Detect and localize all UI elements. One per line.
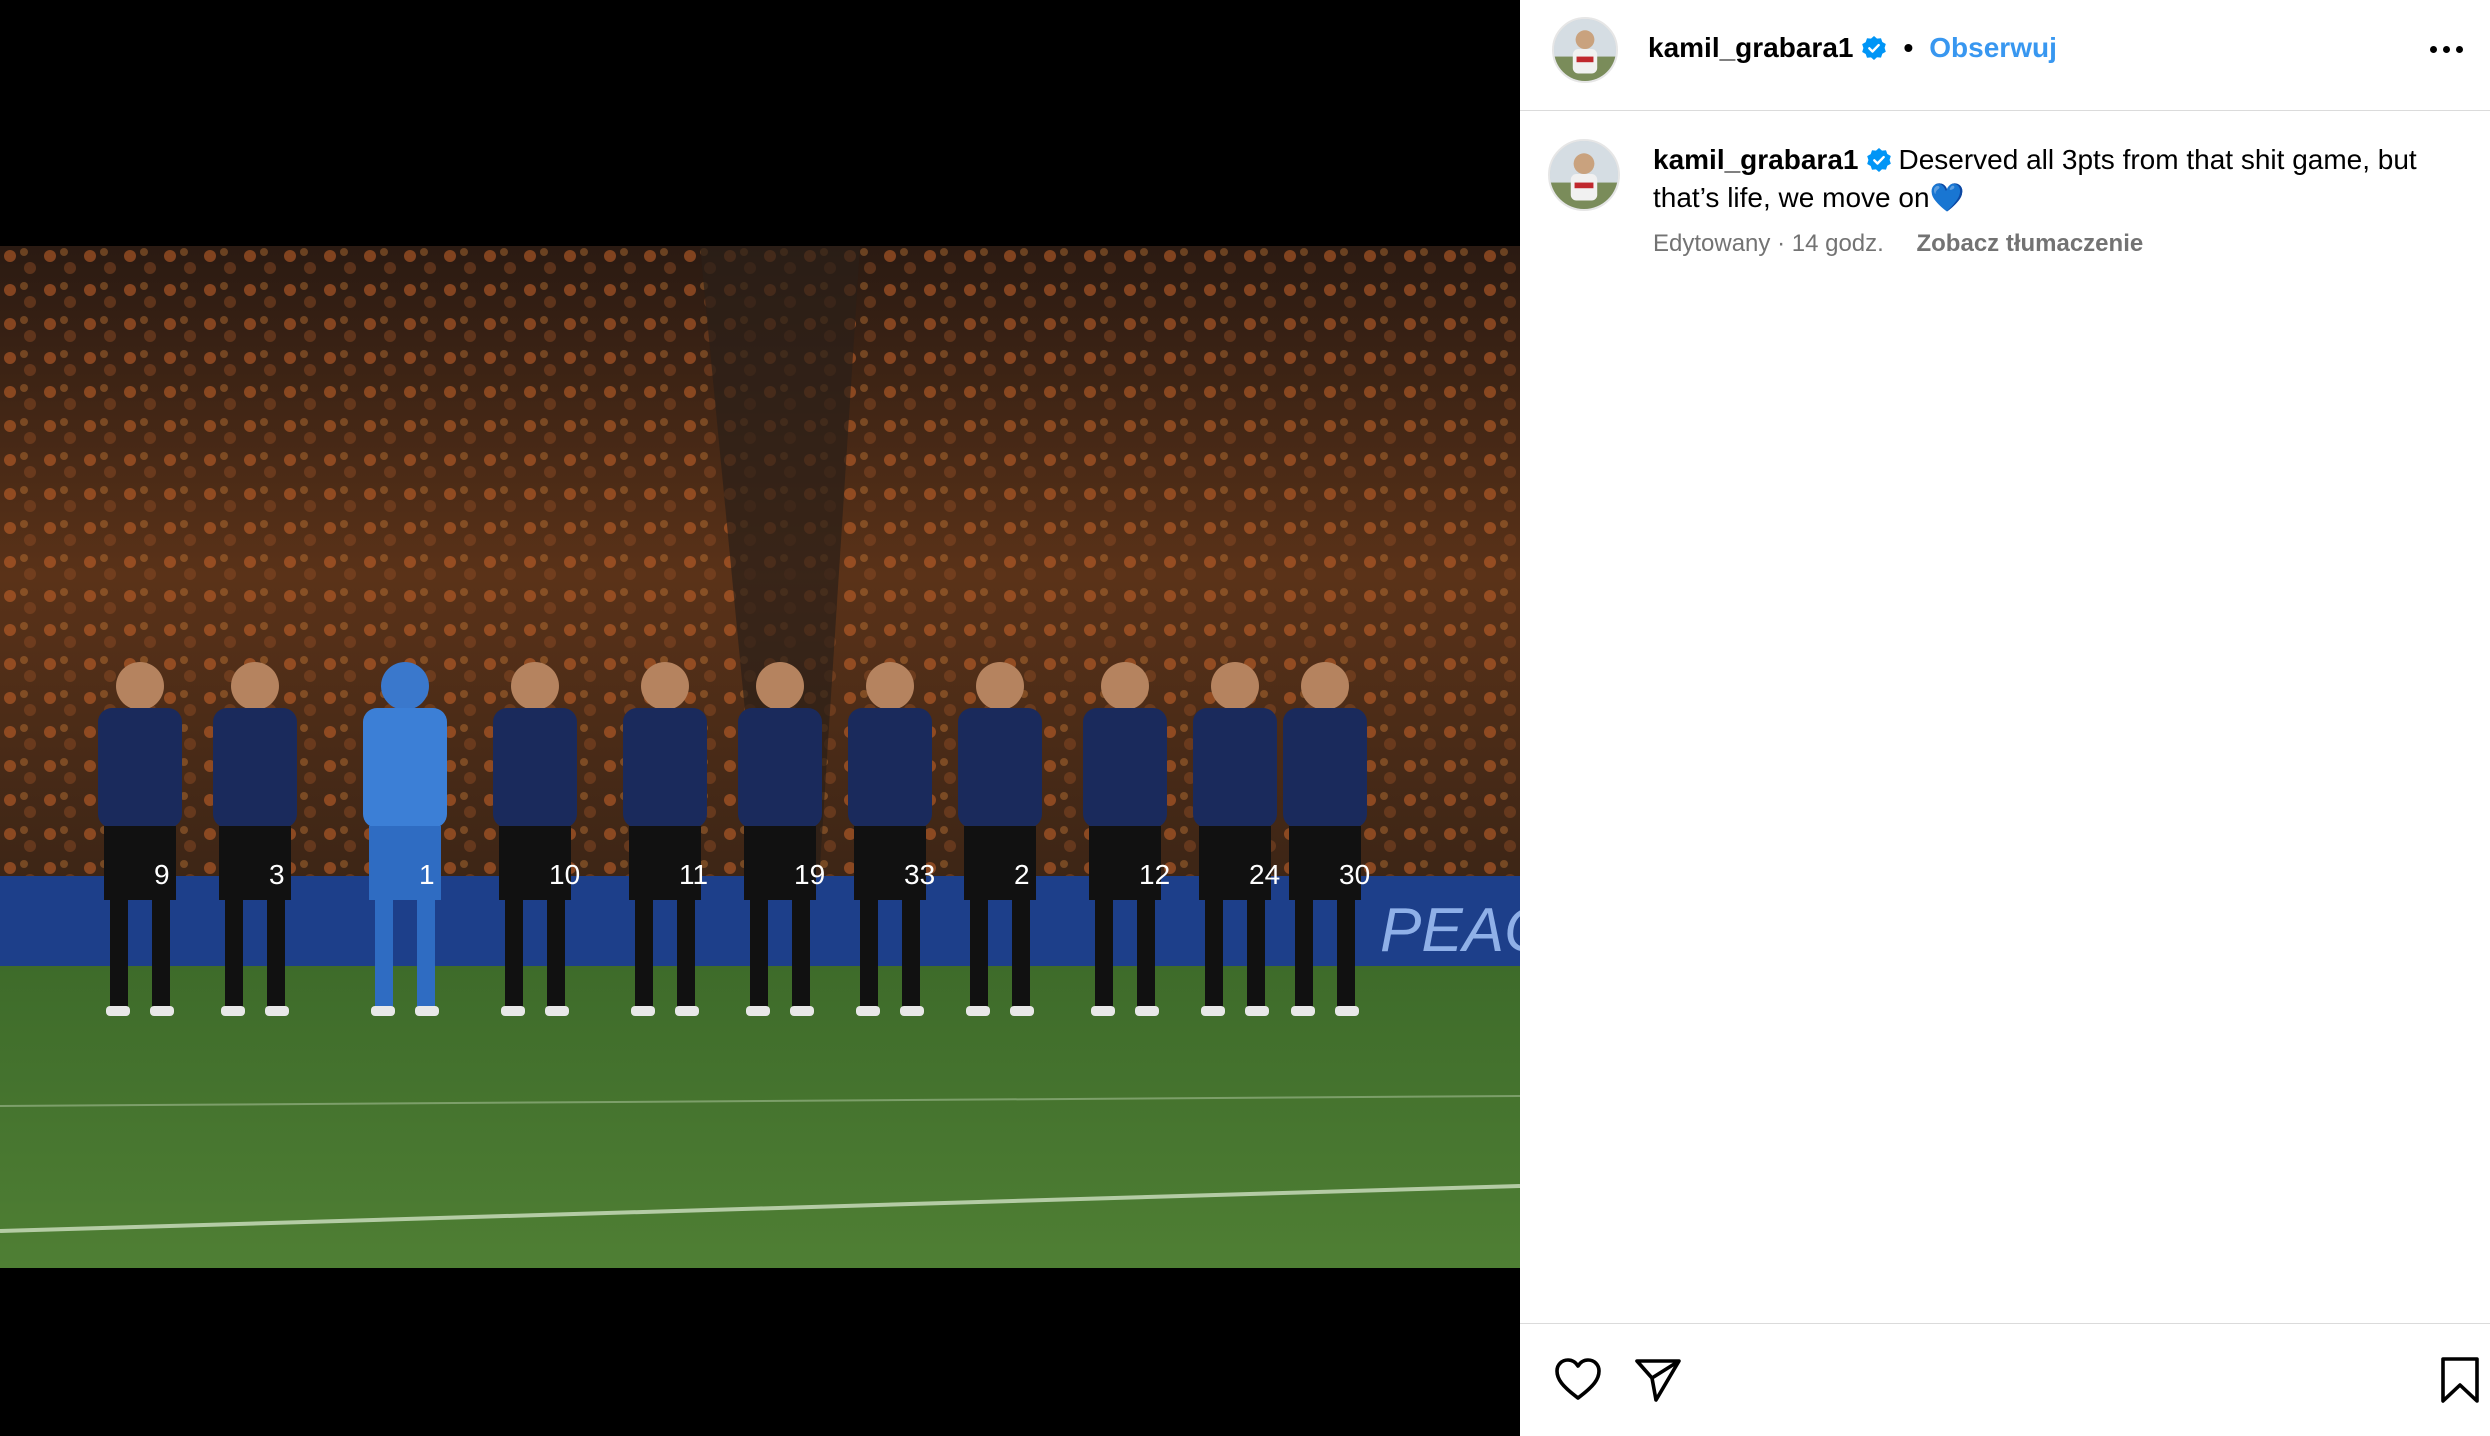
header-separator: •: [1903, 32, 1914, 63]
avatar-image: [1554, 19, 1616, 81]
author-avatar[interactable]: [1552, 17, 1618, 83]
shirt-number: 11: [679, 859, 708, 890]
header-user-row: kamil_grabara1 • Obserwuj: [1648, 32, 2057, 64]
author-username[interactable]: kamil_grabara1: [1648, 32, 1853, 64]
shirt-number: 10: [549, 859, 580, 890]
shirt-number: 19: [794, 859, 825, 890]
bookmark-icon[interactable]: [2434, 1354, 2486, 1406]
shirt-number: 12: [1139, 859, 1170, 890]
caption-author-avatar[interactable]: [1548, 139, 1620, 211]
avatar-image: [1550, 141, 1618, 209]
ad-board-text: PEAC: [1380, 896, 1520, 965]
shirt-number: 9: [154, 859, 170, 890]
caption-username[interactable]: kamil_grabara1: [1653, 144, 1858, 175]
edited-label: Edytowany: [1653, 230, 1771, 257]
shirt-number: 30: [1339, 859, 1370, 890]
shirt-number: 33: [904, 859, 935, 890]
shirt-number: 1: [419, 859, 435, 890]
caption-text-block: kamil_grabara1 Deserved all 3pts from tha…: [1653, 141, 2453, 217]
verified-badge-icon: [1861, 35, 1887, 61]
post-photo[interactable]: PEAC 9 3 1 10 11 19 33 2 12 24 30: [0, 246, 1520, 1268]
action-bar: [1520, 1323, 2490, 1436]
team-lineup-photo: PEAC 9 3 1 10 11 19 33 2 12 24 30: [0, 246, 1520, 1268]
post-time[interactable]: 14 godz.: [1792, 230, 1884, 257]
meta-separator: ·: [1770, 230, 1792, 257]
media-pane: PEAC 9 3 1 10 11 19 33 2 12 24 30: [0, 0, 1520, 1436]
more-options-icon[interactable]: [2422, 28, 2470, 70]
shirt-number: 24: [1249, 859, 1280, 890]
shirt-number: 2: [1014, 859, 1030, 890]
verified-badge-icon: [1866, 147, 1892, 173]
post-header: kamil_grabara1 • Obserwuj: [1520, 0, 2490, 111]
shirt-number: 3: [269, 859, 285, 890]
heart-icon[interactable]: [1552, 1354, 1604, 1406]
follow-button[interactable]: Obserwuj: [1929, 32, 2057, 64]
caption-meta: Edytowany · 14 godz. Zobacz tłumaczenie: [1653, 230, 2143, 258]
post-details-pane: kamil_grabara1 • Obserwuj kamil_grabara1…: [1520, 0, 2490, 1436]
paper-plane-icon[interactable]: [1632, 1354, 1684, 1406]
see-translation-button[interactable]: Zobacz tłumaczenie: [1916, 230, 2143, 257]
